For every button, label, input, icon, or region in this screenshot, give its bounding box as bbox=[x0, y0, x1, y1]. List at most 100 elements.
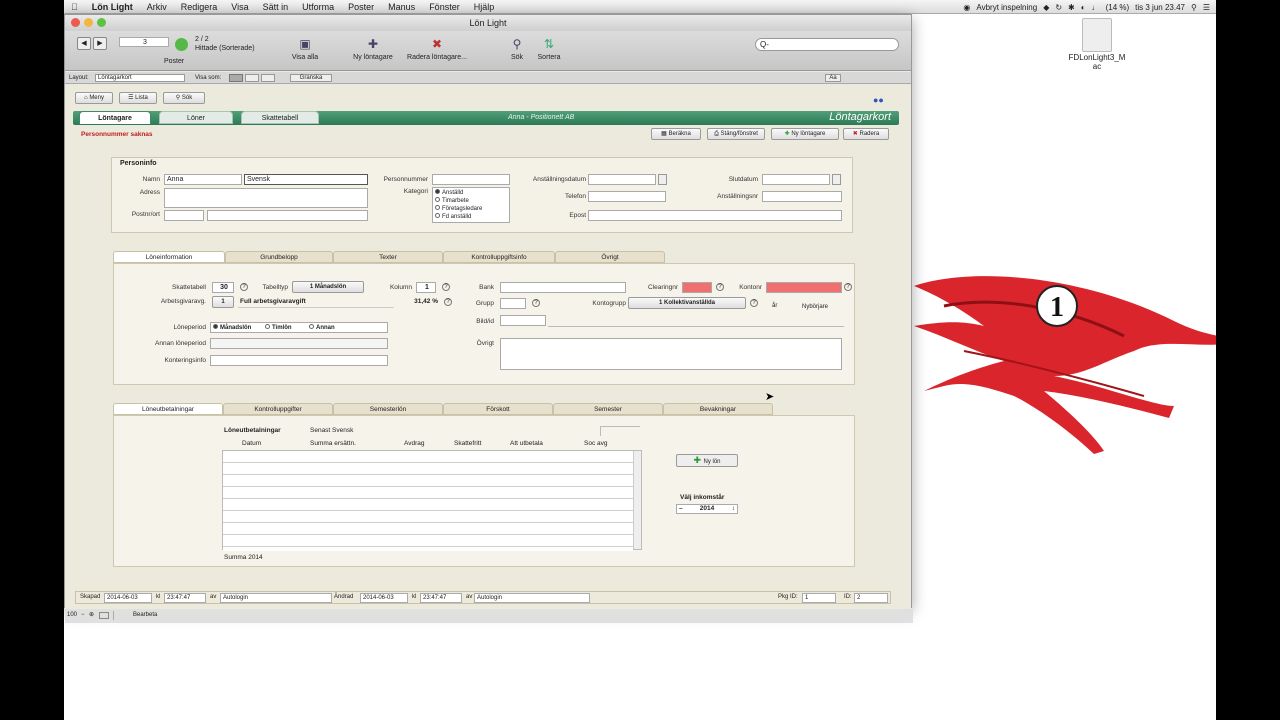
menu-arkiv[interactable]: Arkiv bbox=[140, 2, 174, 12]
menu-button[interactable]: ⌂ Meny bbox=[75, 92, 113, 104]
spotlight-icon[interactable]: ⚲ bbox=[1191, 3, 1197, 12]
zoom-icon[interactable] bbox=[97, 18, 106, 27]
period-hour[interactable]: Timlön bbox=[265, 324, 292, 331]
minimize-icon[interactable] bbox=[84, 18, 93, 27]
list-button[interactable]: ☰ Lista bbox=[119, 92, 157, 104]
close-icon[interactable] bbox=[71, 18, 80, 27]
menu-visa[interactable]: Visa bbox=[224, 2, 255, 12]
tab-texter[interactable]: Texter bbox=[333, 251, 443, 263]
new-employee-toolbar-button[interactable]: ✚ Ny löntagare bbox=[338, 37, 408, 61]
zoom-level[interactable]: 100 bbox=[67, 609, 77, 621]
show-all-button[interactable]: ▣ Visa alla bbox=[270, 37, 340, 61]
layout-select[interactable]: Löntagarkort bbox=[95, 74, 185, 82]
tab-skattetabell[interactable]: Skattetabell bbox=[241, 111, 319, 124]
clearing-field[interactable] bbox=[682, 282, 712, 293]
other-period-field[interactable] bbox=[210, 338, 388, 349]
tab-kontrolluppgiftsinfo[interactable]: Kontrolluppgiftsinfo bbox=[443, 251, 555, 263]
table-type-select[interactable]: 1 Månadslön bbox=[292, 281, 364, 293]
tab-loneinformation[interactable]: Löneinformation bbox=[113, 251, 225, 263]
payments-list[interactable] bbox=[222, 450, 642, 551]
menu-fonster[interactable]: Fönster bbox=[422, 2, 467, 12]
email-field[interactable] bbox=[588, 210, 842, 221]
tab-semester[interactable]: Semester bbox=[553, 403, 663, 415]
group-field[interactable] bbox=[500, 298, 526, 309]
clock[interactable]: tis 3 jun 23.47 bbox=[1135, 3, 1185, 12]
menu-satt-in[interactable]: Sätt in bbox=[256, 2, 296, 12]
apple-icon[interactable]:  bbox=[64, 2, 85, 12]
menu-manus[interactable]: Manus bbox=[381, 2, 422, 12]
info-icon[interactable]: ? bbox=[442, 283, 450, 291]
info-icon[interactable]: ? bbox=[240, 283, 248, 291]
recording-status[interactable]: Avbryt inspelning bbox=[976, 3, 1037, 12]
year-down-icon[interactable]: – bbox=[679, 505, 683, 513]
bank-field[interactable] bbox=[500, 282, 626, 293]
menu-poster[interactable]: Poster bbox=[341, 2, 381, 12]
tab-bevakningar[interactable]: Bevakningar bbox=[663, 403, 773, 415]
tab-ovrigt[interactable]: Övrigt bbox=[555, 251, 665, 263]
category-fd-anstalld[interactable]: Fd anställd bbox=[435, 213, 471, 220]
view-table-icon[interactable] bbox=[261, 74, 275, 82]
record-number-field[interactable]: 3 bbox=[119, 37, 169, 47]
title-bar[interactable]: Lön Light bbox=[65, 15, 911, 31]
account-info-field[interactable] bbox=[210, 355, 388, 366]
postal-code-field[interactable] bbox=[164, 210, 204, 221]
menu-app[interactable]: Lön Light bbox=[85, 2, 140, 12]
calculate-button[interactable]: ▦ Beräkna bbox=[651, 128, 701, 140]
employer-fee-code[interactable]: 1 bbox=[212, 296, 234, 308]
bluetooth-icon[interactable]: ✱ bbox=[1068, 3, 1075, 12]
tax-table-field[interactable]: 30 bbox=[212, 282, 234, 293]
tab-grundbelopp[interactable]: Grundbelopp bbox=[225, 251, 333, 263]
tab-semesterlon[interactable]: Semesterlön bbox=[333, 403, 443, 415]
column-field[interactable]: 1 bbox=[416, 282, 436, 293]
zoom-out-icon[interactable]: − bbox=[81, 609, 85, 621]
last-name-field[interactable]: Svensk bbox=[244, 174, 368, 185]
year-up-icon[interactable]: ↕ bbox=[732, 505, 735, 513]
dropbox-icon[interactable]: ◆ bbox=[1043, 3, 1049, 12]
view-list-icon[interactable] bbox=[245, 74, 259, 82]
record-stop-icon[interactable]: ◉ bbox=[963, 3, 970, 12]
year-stepper[interactable]: – 2014 ↕ bbox=[676, 504, 738, 514]
tab-loner[interactable]: Löner bbox=[159, 111, 233, 124]
calendar-icon[interactable] bbox=[658, 174, 667, 185]
tab-lontagare[interactable]: Löntagare bbox=[79, 111, 151, 124]
zoom-in-icon[interactable]: ⊕ bbox=[89, 609, 94, 621]
period-other[interactable]: Annan bbox=[309, 324, 335, 331]
account-no-field[interactable] bbox=[766, 282, 842, 293]
phone-field[interactable] bbox=[588, 191, 666, 202]
info-icon[interactable]: ? bbox=[844, 283, 852, 291]
hired-date-field[interactable] bbox=[588, 174, 656, 185]
info-icon[interactable]: ? bbox=[532, 299, 540, 307]
volume-icon[interactable]: ♩ bbox=[1092, 3, 1100, 12]
category-anstalld[interactable]: Anställd bbox=[435, 189, 463, 196]
desktop-file-label[interactable]: FDLonLight3_M ac bbox=[1054, 53, 1140, 71]
category-timarbete[interactable]: Timarbete bbox=[435, 197, 469, 204]
payments-scrollbar[interactable] bbox=[633, 451, 641, 549]
new-employee-button[interactable]: ✚ Ny löntagare bbox=[771, 128, 839, 140]
next-record-button[interactable]: ▶ bbox=[93, 37, 107, 50]
prev-record-button[interactable]: ◀ bbox=[77, 37, 91, 50]
view-form-icon[interactable] bbox=[229, 74, 243, 82]
close-window-button[interactable]: ⎙ Stäng/fönstret bbox=[707, 128, 765, 140]
tab-loneutbetalningar[interactable]: Löneutbetalningar bbox=[113, 403, 223, 415]
search-button[interactable]: ⚲ Sök bbox=[163, 92, 205, 104]
sync-icon[interactable]: ↻ bbox=[1055, 3, 1062, 12]
preview-button[interactable]: Granska bbox=[290, 74, 332, 82]
new-salary-button[interactable]: ✚ Ny lön bbox=[676, 454, 738, 467]
nav-arrows-icon[interactable]: ●● bbox=[873, 95, 884, 105]
delete-employee-toolbar-button[interactable]: ✖ Radera löntagare... bbox=[402, 37, 472, 61]
employee-no-field[interactable] bbox=[762, 191, 842, 202]
sort-toolbar-button[interactable]: ⇅ Sortera bbox=[514, 37, 584, 61]
city-field[interactable] bbox=[207, 210, 368, 221]
first-name-field[interactable]: Anna bbox=[164, 174, 242, 185]
menu-redigera[interactable]: Redigera bbox=[174, 2, 225, 12]
wifi-icon[interactable]: ◐ bbox=[1081, 3, 1086, 12]
info-icon[interactable]: ? bbox=[444, 298, 452, 306]
list-icon[interactable]: ☰ bbox=[1203, 3, 1210, 12]
category-foretagsledare[interactable]: Företagsledare bbox=[435, 205, 482, 212]
end-date-field[interactable] bbox=[762, 174, 830, 185]
battery-status[interactable]: (14 %) bbox=[1106, 3, 1130, 12]
menu-utforma[interactable]: Utforma bbox=[295, 2, 341, 12]
delete-button[interactable]: ✖ Radera bbox=[843, 128, 889, 140]
quick-find-input[interactable]: Q- bbox=[755, 38, 899, 51]
desktop-file-icon[interactable] bbox=[1082, 18, 1112, 52]
